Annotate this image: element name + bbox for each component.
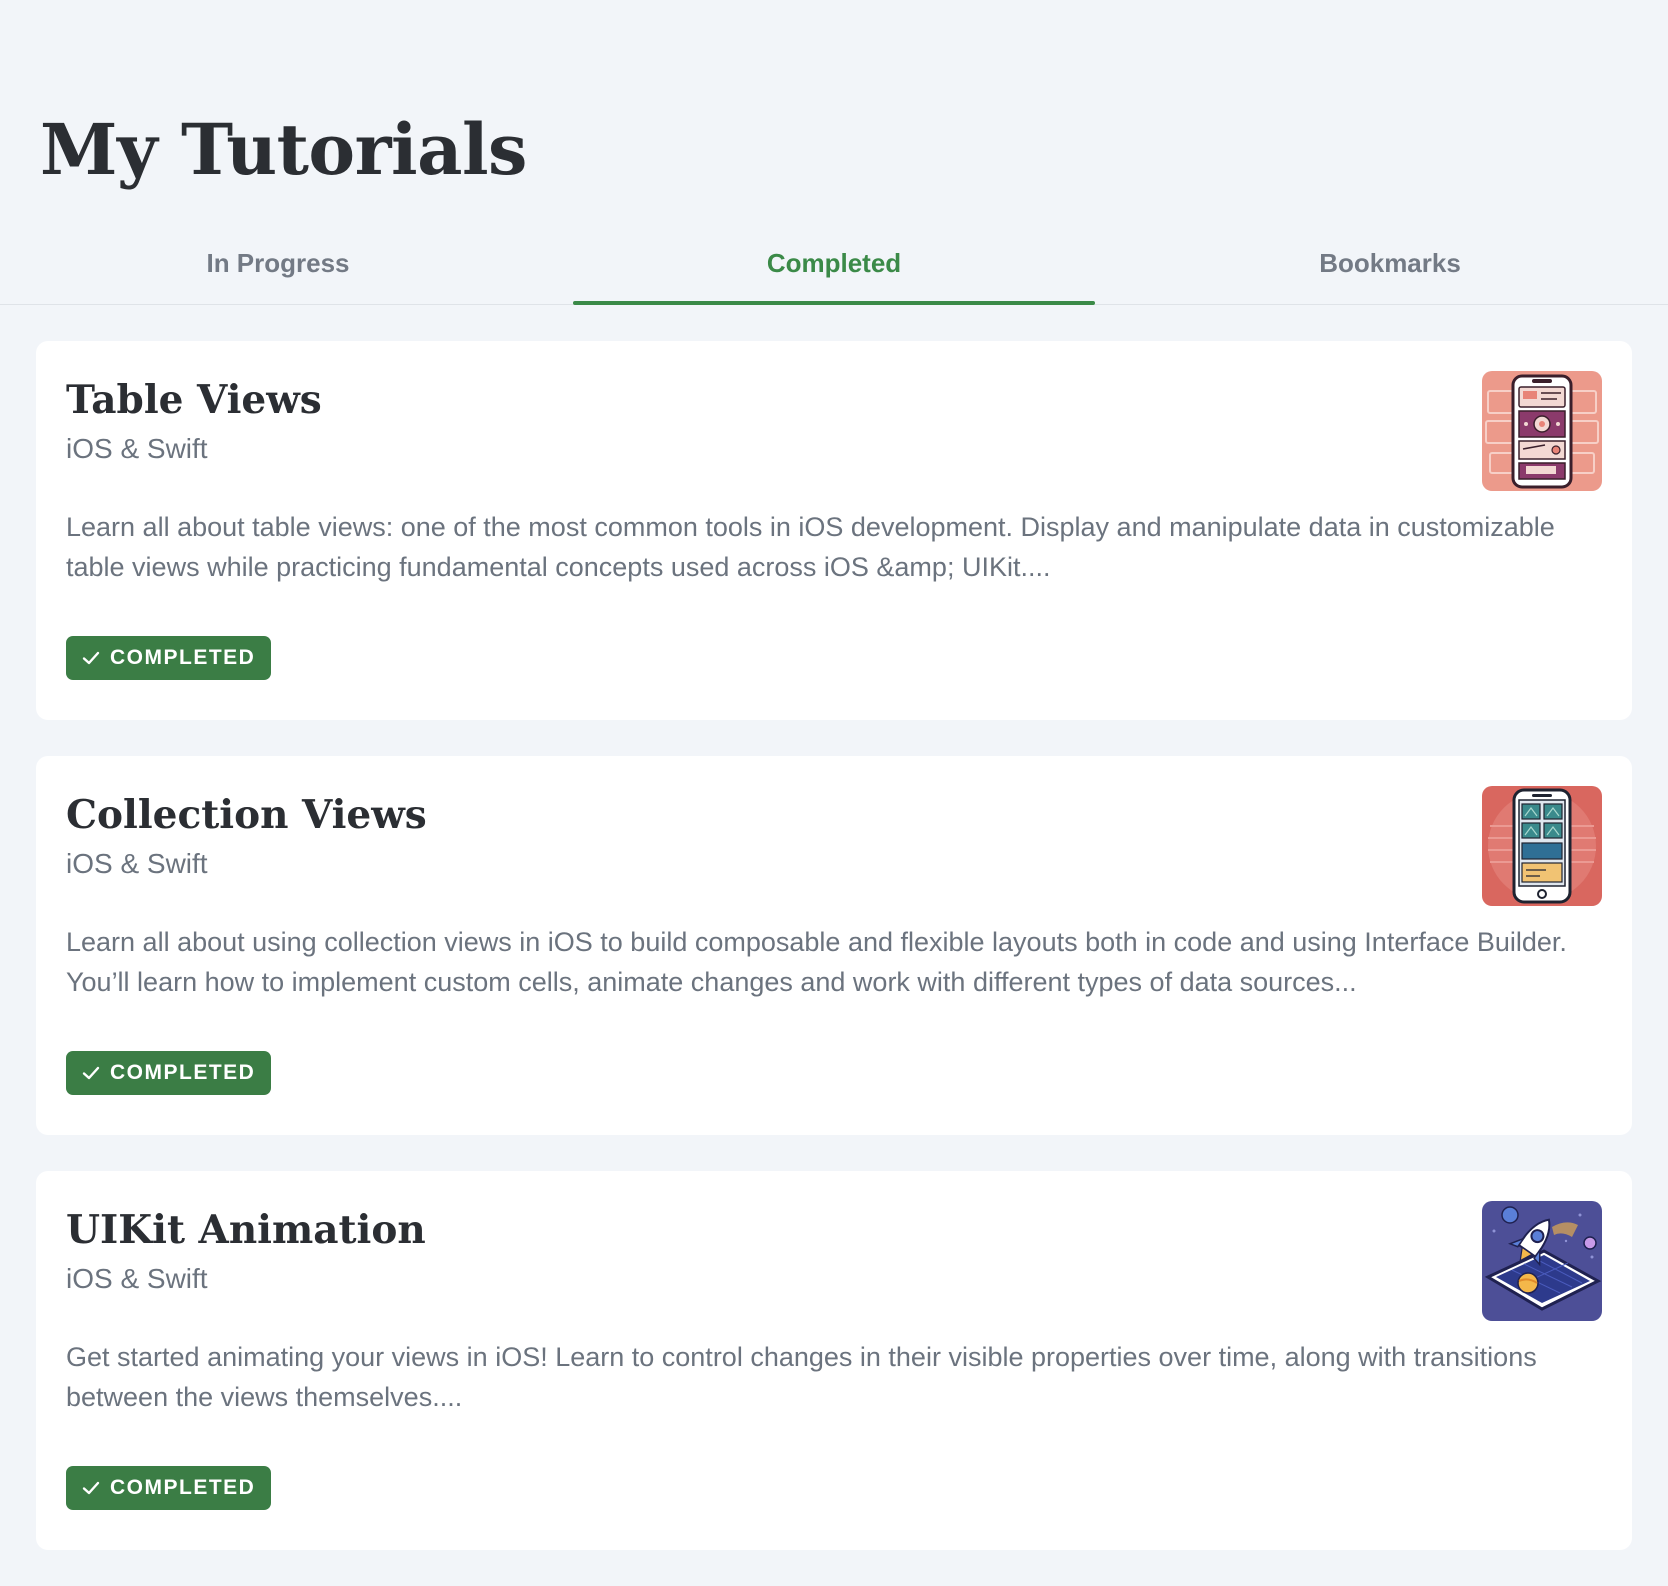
tutorial-category: iOS & Swift xyxy=(66,433,208,464)
tab-bar: In Progress Completed Bookmarks xyxy=(0,228,1668,305)
completed-badge: COMPLETED xyxy=(66,636,272,680)
checkmark-icon xyxy=(82,651,100,665)
badge-label: COMPLETED xyxy=(110,1061,256,1084)
tutorial-category: iOS & Swift xyxy=(66,848,208,879)
tutorial-list: Table Views iOS & Swift Learn all about … xyxy=(36,341,1632,1586)
phone-list-illustration-icon xyxy=(1482,371,1602,491)
tutorial-card[interactable]: UIKit Animation iOS & Swift Get started … xyxy=(36,1171,1632,1550)
tab-bookmarks[interactable]: Bookmarks xyxy=(1112,228,1668,304)
completed-badge: COMPLETED xyxy=(66,1051,272,1095)
phone-grid-illustration-icon xyxy=(1482,786,1602,906)
tutorial-title: UIKit Animation xyxy=(66,1207,426,1253)
completed-badge: COMPLETED xyxy=(66,1466,272,1510)
tutorial-title: Table Views xyxy=(66,377,322,423)
checkmark-icon xyxy=(82,1481,100,1495)
tab-in-progress[interactable]: In Progress xyxy=(0,228,556,304)
tutorial-title: Collection Views xyxy=(66,792,427,838)
rocket-phone-illustration-icon xyxy=(1482,1201,1602,1321)
tutorial-description: Learn all about using collection views i… xyxy=(66,927,1567,997)
tab-completed[interactable]: Completed xyxy=(556,228,1112,305)
tutorial-description: Learn all about table views: one of the … xyxy=(66,512,1555,582)
badge-label: COMPLETED xyxy=(110,1476,256,1499)
checkmark-icon xyxy=(82,1066,100,1080)
page-title: My Tutorials xyxy=(40,108,527,191)
tutorial-card[interactable]: Collection Views iOS & Swift Learn all a… xyxy=(36,756,1632,1135)
tutorial-card[interactable]: Table Views iOS & Swift Learn all about … xyxy=(36,341,1632,720)
tutorial-description: Get started animating your views in iOS!… xyxy=(66,1342,1537,1412)
tutorial-category: iOS & Swift xyxy=(66,1263,208,1294)
badge-label: COMPLETED xyxy=(110,646,256,669)
